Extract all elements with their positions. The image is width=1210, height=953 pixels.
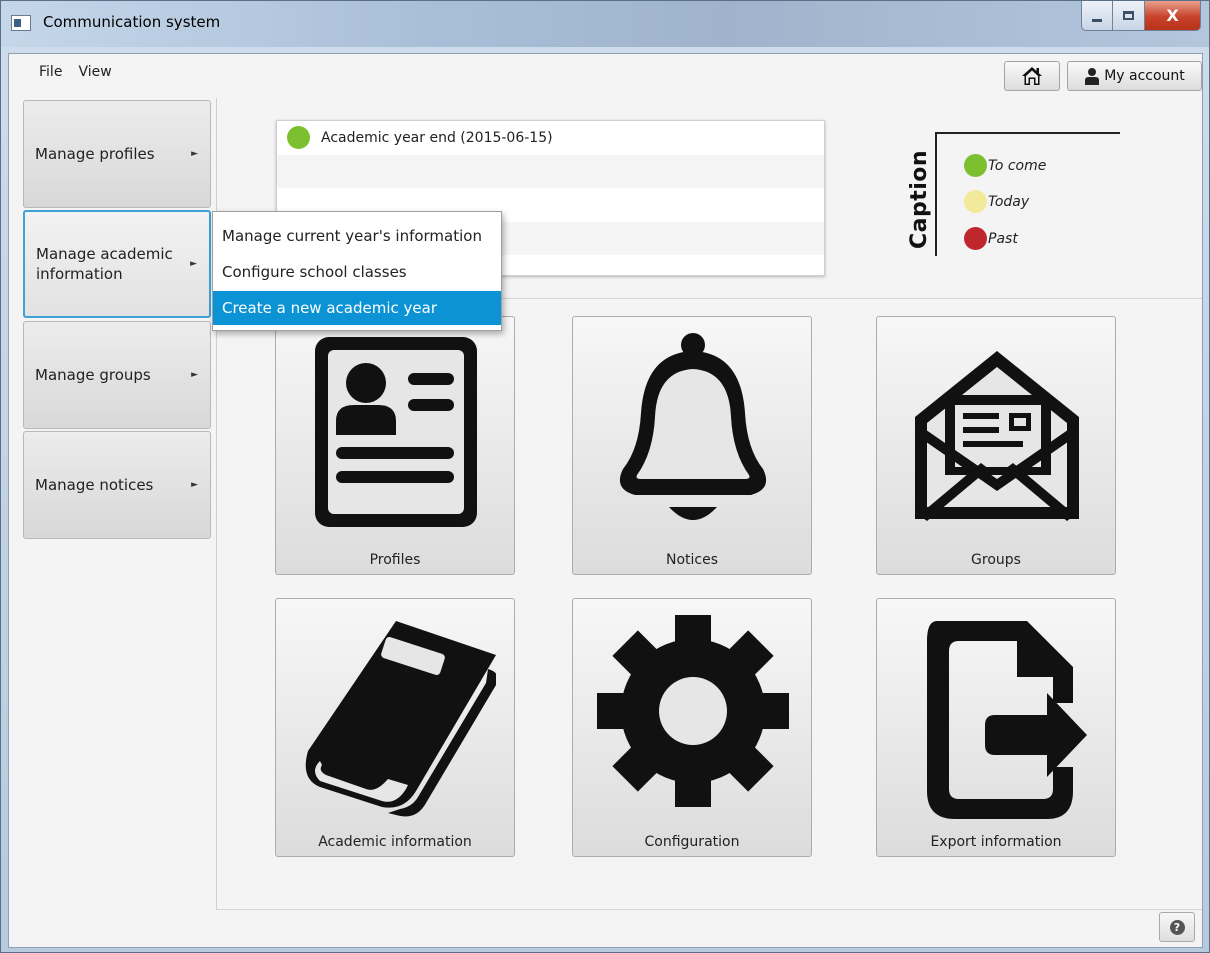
submenu-arrow-icon: ► [190, 259, 197, 269]
caption-label: Today [988, 193, 1030, 210]
caption-title: Caption [907, 149, 932, 249]
tile-label: Notices [665, 552, 719, 568]
book-icon [305, 621, 496, 817]
tile-label: Export information [930, 834, 1062, 850]
sidebar-item-label: Manage groups [35, 366, 151, 384]
timeline-row[interactable]: Academic year end (2015-06-15) [277, 121, 824, 155]
gear-icon [597, 615, 789, 807]
my-account-button[interactable]: My account [1067, 61, 1202, 91]
status-dot-to-come [287, 126, 310, 150]
tile-label: Profiles [369, 552, 421, 568]
close-button[interactable]: X [1145, 1, 1201, 31]
help-button[interactable]: ? [1159, 912, 1195, 942]
menu-item-create-new-academic-year[interactable]: Create a new academic year [213, 291, 501, 325]
tile-academic-information[interactable]: Academic information [275, 598, 515, 857]
caption-label: To come [988, 157, 1047, 174]
home-button[interactable] [1004, 61, 1060, 91]
sidebar-item-label: Manage notices [35, 476, 154, 494]
sidebar-item-manage-profiles[interactable]: Manage profiles ► [23, 100, 211, 208]
minimize-icon [1092, 19, 1102, 22]
minimize-button[interactable] [1081, 1, 1113, 31]
caption-item-past: Past [964, 227, 1018, 250]
event-text: Academic year end (2015-06-15) [321, 129, 553, 146]
tile-label: Configuration [644, 834, 740, 850]
export-file-icon [927, 621, 1087, 819]
menu-view[interactable]: View [72, 54, 117, 96]
user-icon [1085, 68, 1100, 85]
sidebar-item-label: Manage profiles [35, 145, 155, 163]
app-window: Communication system X File View My acco… [0, 0, 1210, 953]
sidebar-item-manage-academic-information[interactable]: Manage academic information ► [23, 210, 211, 318]
tile-groups[interactable]: Groups [876, 316, 1116, 575]
tile-export-information[interactable]: Export information [876, 598, 1116, 857]
bell-icon [619, 333, 767, 520]
envelope-icon [915, 351, 1079, 521]
profile-card-icon [315, 337, 477, 527]
caption-label: Past [988, 230, 1018, 247]
sidebar-item-label: Manage academic information [36, 245, 173, 283]
tile-configuration[interactable]: Configuration [572, 598, 812, 857]
menu-item-manage-current-year[interactable]: Manage current year's information [213, 218, 501, 254]
submenu-arrow-icon: ► [191, 370, 198, 380]
help-icon: ? [1169, 919, 1185, 935]
my-account-label: My account [1104, 68, 1185, 84]
client-area: File View My account Manage profiles ► M… [8, 53, 1203, 948]
menu-file[interactable]: File [33, 54, 68, 96]
sidebar-item-manage-groups[interactable]: Manage groups ► [23, 321, 211, 429]
sidebar-item-manage-notices[interactable]: Manage notices ► [23, 431, 211, 539]
menu-item-configure-school-classes[interactable]: Configure school classes [213, 254, 501, 290]
submenu-arrow-icon: ► [191, 149, 198, 159]
app-icon [11, 15, 31, 31]
tile-label: Academic information [318, 834, 472, 850]
academic-submenu: Manage current year's information Config… [212, 211, 502, 331]
caption-axis-vertical [935, 132, 937, 256]
status-divider [217, 909, 1202, 910]
window-controls: X [1081, 1, 1201, 31]
tile-profiles[interactable]: Profiles [275, 316, 515, 575]
timeline-row-empty [277, 154, 824, 188]
caption-axis-horizontal [935, 132, 1120, 134]
caption-item-today: Today [964, 190, 1029, 213]
close-icon: X [1166, 6, 1179, 25]
window-title: Communication system [43, 13, 221, 31]
status-dot-past [964, 227, 987, 250]
home-icon [1022, 67, 1042, 85]
status-dot-to-come [964, 154, 987, 177]
caption-item-to-come: To come [964, 154, 1046, 177]
submenu-arrow-icon: ► [191, 480, 198, 490]
tile-notices[interactable]: Notices [572, 316, 812, 575]
maximize-button[interactable] [1113, 1, 1145, 31]
status-dot-today [964, 190, 987, 213]
maximize-icon [1123, 11, 1134, 20]
tile-label: Groups [971, 552, 1021, 568]
title-bar: Communication system X [1, 1, 1209, 47]
